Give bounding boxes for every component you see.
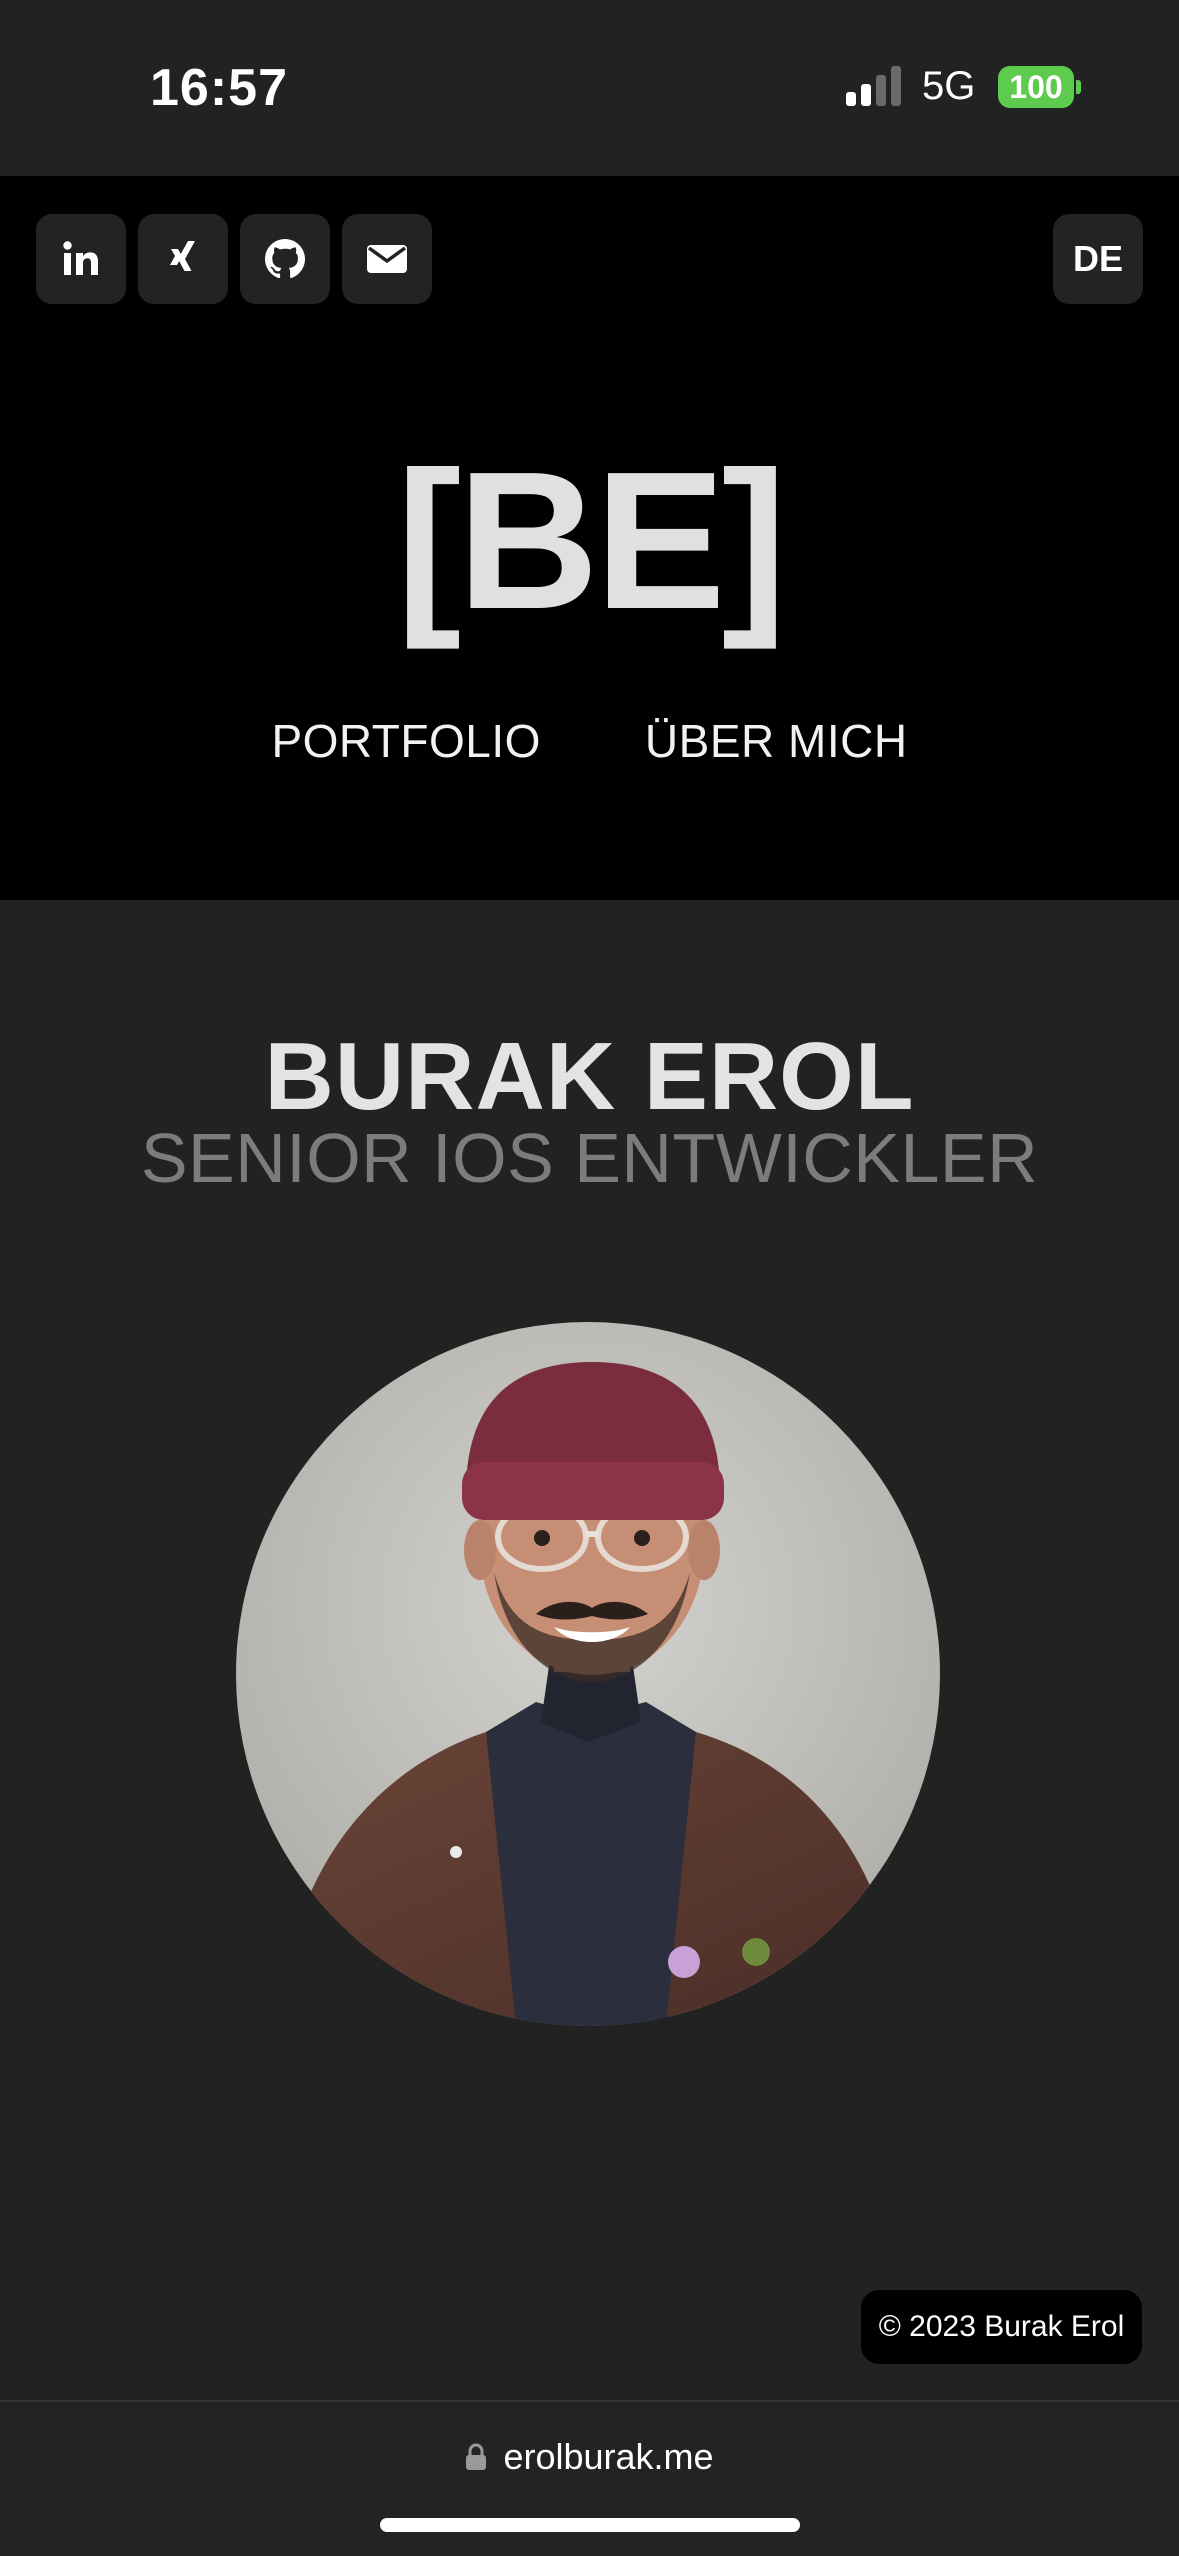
main-nav: PORTFOLIO ÜBER MICH (0, 714, 1179, 768)
url-text[interactable]: erolburak.me (503, 2436, 713, 2478)
battery-tip (1076, 80, 1081, 94)
github-icon (265, 239, 305, 279)
mail-icon (367, 245, 407, 273)
job-title: SENIOR IOS ENTWICKLER (140, 1119, 1039, 1197)
portrait-illustration (236, 1322, 940, 2026)
address[interactable]: erolburak.me (0, 2436, 1179, 2478)
email-button[interactable] (342, 214, 432, 304)
profile-photo (236, 1322, 940, 2026)
status-bar: 16:57 5G 100 (0, 0, 1179, 176)
battery-level: 100 (1009, 68, 1063, 105)
xing-icon (170, 241, 195, 271)
signal-icon (846, 66, 901, 106)
browser-url-bar[interactable]: erolburak.me (0, 2402, 1179, 2556)
nav-portfolio[interactable]: PORTFOLIO (271, 714, 540, 768)
nav-about-me[interactable]: ÜBER MICH (645, 714, 908, 768)
copyright-badge: © 2023 Burak Erol (861, 2290, 1142, 2364)
linkedin-icon (63, 241, 98, 275)
status-time: 16:57 (150, 59, 288, 117)
linkedin-button[interactable] (36, 214, 126, 304)
battery-icon: 100 (998, 66, 1074, 108)
language-button[interactable]: DE (1053, 214, 1143, 304)
site-logo[interactable]: [BE] (0, 428, 1179, 653)
xing-button[interactable] (138, 214, 228, 304)
lock-icon (466, 2443, 487, 2470)
person-name: BURAK EROL (264, 1023, 915, 1130)
network-label: 5G (922, 64, 976, 108)
home-indicator[interactable] (380, 2518, 800, 2532)
site-header: DE [BE] PORTFOLIO ÜBER MICH (0, 176, 1179, 900)
github-button[interactable] (240, 214, 330, 304)
